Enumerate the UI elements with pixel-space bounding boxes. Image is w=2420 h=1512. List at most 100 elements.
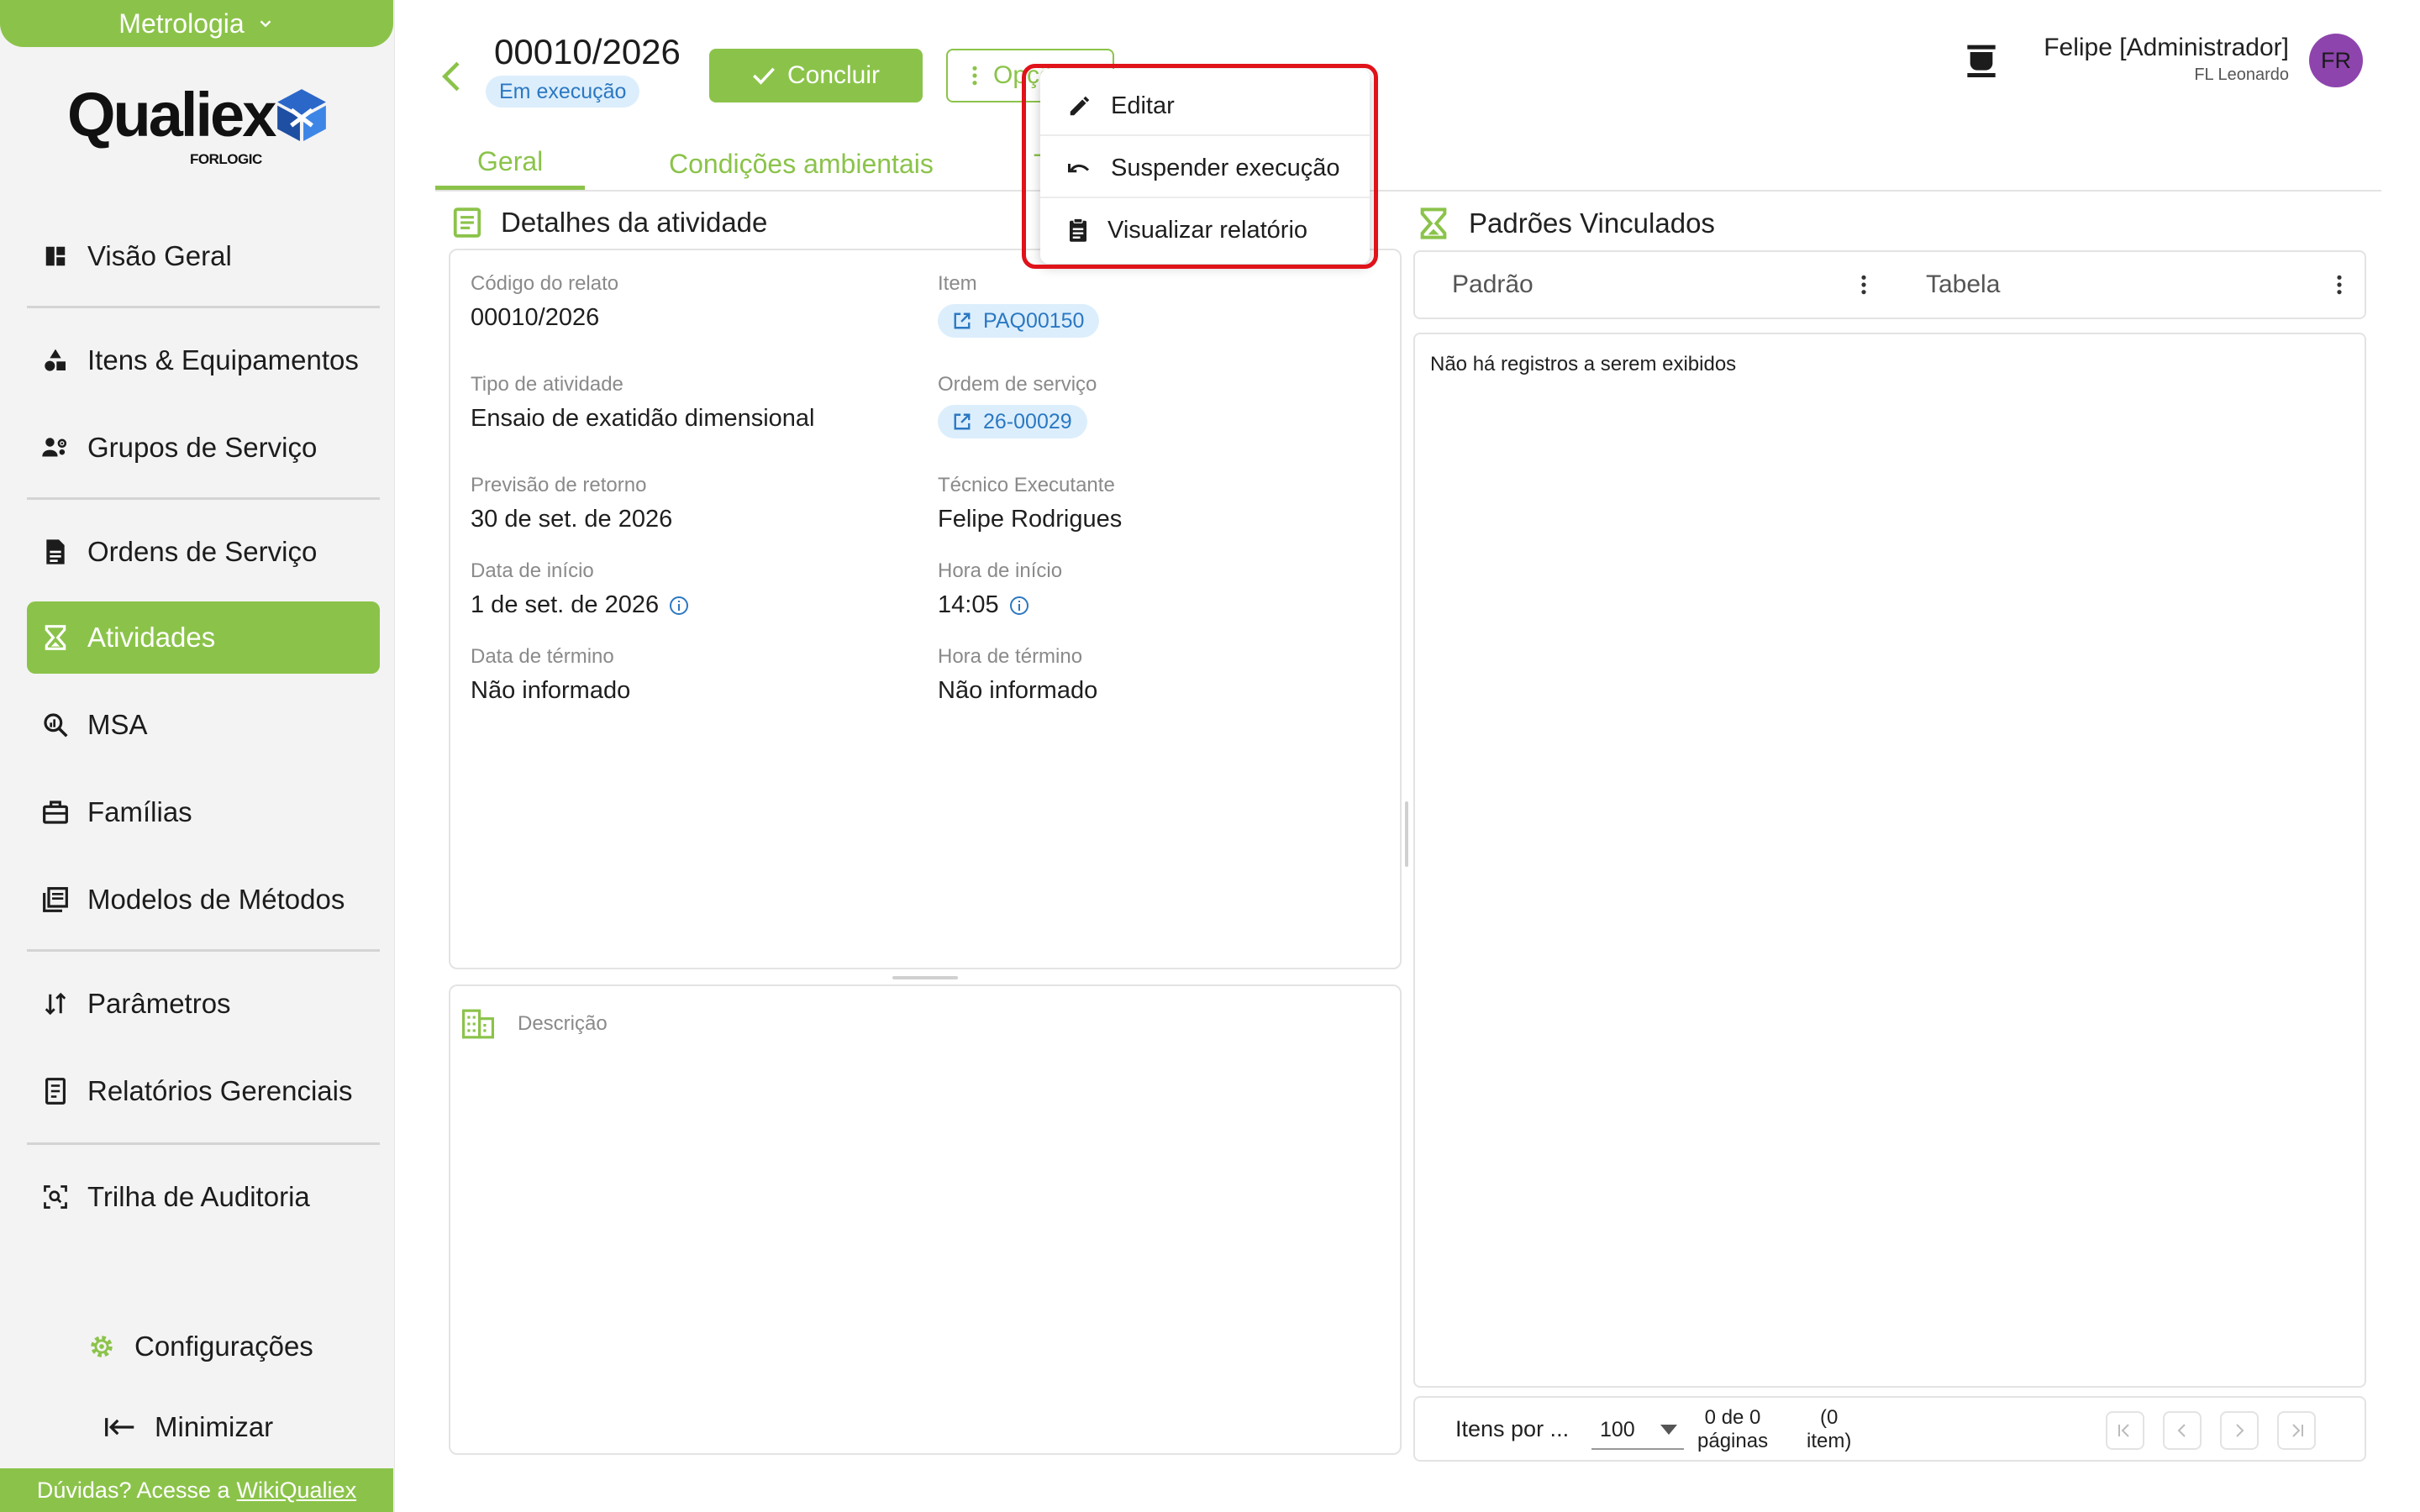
sidebar-item-label: Relatórios Gerenciais — [87, 1075, 353, 1106]
sidebar: Metrologia Qualiex FORLOGIC Visão Geral … — [0, 0, 395, 1512]
last-page-button[interactable] — [2277, 1411, 2316, 1450]
sidebar-item-msa[interactable]: MSA — [27, 689, 380, 761]
first-page-button[interactable] — [2106, 1411, 2144, 1450]
document-icon — [40, 537, 71, 567]
column-header-padrao[interactable]: Padrão — [1452, 270, 1534, 299]
conclude-button[interactable]: Concluir — [709, 49, 923, 102]
sidebar-item-grupos-servico[interactable]: Grupos de Serviço — [27, 412, 380, 484]
ordem-link-chip[interactable]: 26-00029 — [938, 405, 1087, 438]
item-link-label: PAQ00150 — [983, 308, 1085, 333]
item-link-chip[interactable]: PAQ00150 — [938, 304, 1100, 338]
page-size-select[interactable]: 100 — [1591, 1411, 1684, 1450]
hourglass-icon — [1420, 207, 1447, 239]
page-title: 00010/2026 — [494, 32, 681, 71]
logo-cube-icon — [277, 89, 327, 141]
sort-arrows-icon — [40, 989, 71, 1019]
chevron-right-icon — [2236, 1424, 2244, 1437]
sidebar-item-relatorios[interactable]: Relatórios Gerenciais — [27, 1055, 380, 1127]
prev-page-button[interactable] — [2163, 1411, 2202, 1450]
tab-geral[interactable]: Geral — [435, 138, 586, 190]
page-count: 0 de 0 páginas — [1697, 1406, 1768, 1453]
field-value: Felipe Rodrigues — [938, 506, 1123, 533]
query-stats-icon — [40, 710, 71, 740]
tab-bar: Geral Condições ambientais Tabelas — [435, 126, 2381, 192]
sidebar-item-label: Ordens de Serviço — [87, 536, 318, 567]
field-value: 1 de set. de 2026 — [471, 591, 660, 618]
logo-text: Qualiex — [67, 80, 276, 150]
help-text: Dúvidas? Acesse a — [36, 1477, 230, 1503]
wiki-link[interactable]: WikiQualiex — [237, 1478, 357, 1504]
resize-handle-horizontal[interactable] — [892, 976, 958, 979]
column-menu-icon[interactable] — [2336, 274, 2343, 296]
sidebar-item-label: Visão Geral — [87, 240, 232, 271]
coffee-button[interactable] — [1965, 42, 1998, 79]
back-button[interactable] — [439, 59, 466, 94]
field-label: Código do relato — [471, 272, 619, 295]
next-page-button[interactable] — [2220, 1411, 2259, 1450]
column-header-tabela[interactable]: Tabela — [1926, 270, 2000, 299]
field-value: 14:05 — [938, 591, 999, 618]
pagination-bar: Itens por ... 100 0 de 0 páginas (0 item… — [1413, 1396, 2366, 1462]
sidebar-item-label: Modelos de Métodos — [87, 884, 345, 915]
item-count-line1: (0 — [1820, 1406, 1839, 1429]
field-hora-termino: Hora de término Não informado — [938, 645, 1097, 705]
info-icon[interactable] — [1009, 596, 1029, 616]
sidebar-item-ordens-servico[interactable]: Ordens de Serviço — [27, 516, 380, 588]
tab-condicoes-ambientais[interactable]: Condições ambientais — [627, 138, 976, 190]
field-label: Hora de término — [938, 645, 1083, 668]
report-icon — [40, 1076, 71, 1106]
settings-label: Configurações — [134, 1331, 313, 1362]
article-icon — [453, 207, 481, 238]
field-value-row: 1 de set. de 2026 — [471, 591, 689, 619]
nav-divider — [27, 1142, 380, 1145]
field-value: Não informado — [938, 677, 1098, 704]
field-hora-inicio: Hora de início 14:05 — [938, 559, 1062, 619]
sidebar-item-label: Trilha de Auditoria — [87, 1181, 310, 1212]
padroes-table-body: Não há registros a serem exibidos — [1413, 333, 2366, 1388]
sidebar-item-parametros[interactable]: Parâmetros — [27, 968, 380, 1040]
info-icon[interactable] — [669, 596, 689, 616]
minimize-button[interactable]: Minimizar — [104, 1411, 273, 1443]
more-vertical-icon — [972, 66, 977, 86]
padroes-section-header: Padrões Vinculados — [1417, 207, 1715, 240]
item-count-line2: item) — [1807, 1430, 1852, 1452]
sidebar-item-familias[interactable]: Famílias — [27, 776, 380, 848]
sidebar-item-label: MSA — [87, 709, 148, 740]
sidebar-item-visao-geral[interactable]: Visão Geral — [27, 220, 380, 292]
group-settings-icon — [40, 433, 71, 463]
chevron-left-icon — [442, 61, 460, 92]
minimize-label: Minimizar — [155, 1411, 274, 1442]
sidebar-item-modelos-metodos[interactable]: Modelos de Métodos — [27, 864, 380, 936]
nav-divider — [27, 306, 380, 308]
chevron-down-icon — [260, 20, 271, 28]
sidebar-item-itens-equipamentos[interactable]: Itens & Equipamentos — [27, 324, 380, 396]
sidebar-item-label: Famílias — [87, 796, 192, 827]
sidebar-item-atividades[interactable]: Atividades — [27, 601, 380, 674]
details-section-header: Detalhes da atividade — [452, 207, 767, 239]
field-tecnico: Técnico Executante Felipe Rodrigues — [938, 474, 1122, 533]
sidebar-item-trilha-auditoria[interactable]: Trilha de Auditoria — [27, 1161, 380, 1233]
user-org: FL Leonardo — [2194, 66, 2289, 84]
column-menu-icon[interactable] — [1860, 274, 1867, 296]
field-codigo: Código do relato 00010/2026 — [471, 272, 618, 332]
module-label: Metrologia — [118, 8, 245, 39]
field-value: Ensaio de exatidão dimensional — [471, 405, 815, 432]
field-item: Item PAQ00150 — [938, 272, 1100, 338]
user-info[interactable]: Felipe [Administrador] FL Leonardo — [2044, 34, 2289, 85]
status-badge: Em execução — [486, 76, 640, 108]
module-selector[interactable]: Metrologia — [0, 0, 393, 47]
padroes-table-header: Padrão Tabela — [1413, 250, 2366, 319]
library-books-icon — [40, 885, 71, 915]
avatar[interactable]: FR — [2309, 34, 2363, 87]
scan-search-icon — [40, 1182, 71, 1212]
page-count-line2: páginas — [1697, 1430, 1769, 1452]
details-title: Detalhes da atividade — [501, 207, 768, 238]
field-data-termino: Data de término Não informado — [471, 645, 630, 705]
resize-handle-vertical[interactable] — [1405, 801, 1408, 867]
ordem-link-label: 26-00029 — [983, 409, 1072, 433]
nav-divider — [27, 949, 380, 952]
field-value: 30 de set. de 2026 — [471, 506, 673, 533]
field-label: Data de término — [471, 645, 614, 668]
settings-button[interactable]: Configurações — [87, 1331, 313, 1362]
conclude-label: Concluir — [786, 61, 881, 89]
